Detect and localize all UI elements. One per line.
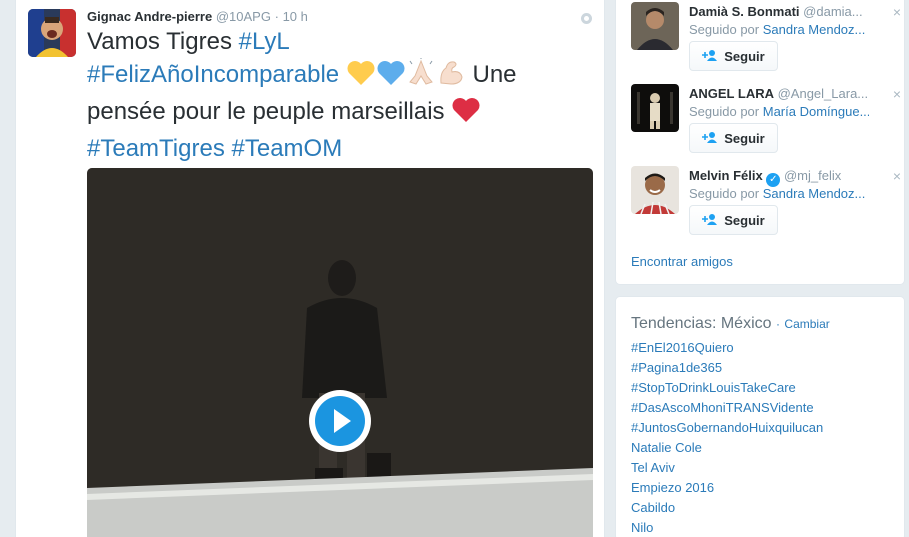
tweet-author-name[interactable]: Gignac Andre-pierre [87,9,212,24]
yellow-heart-emoji-icon [346,60,376,95]
hashtag-link[interactable]: #LyL [239,28,290,55]
twitter-page: Gignac Andre-pierre @10APG · 10 h Vamos … [0,0,909,537]
dismiss-icon[interactable]: × [893,86,901,102]
followed-by-prefix: Seguido por [689,22,760,37]
who-to-follow-panel: Damià S. Bonmati @damia... Seguido por S… [615,0,905,285]
verified-badge-icon: ✓ [766,173,781,187]
follow-button[interactable]: Seguir [689,205,778,235]
tweet[interactable]: Gignac Andre-pierre @10APG · 10 h Vamos … [15,0,605,537]
tweet-author-username[interactable]: @10APG [216,9,271,24]
suggested-user-name[interactable]: Melvin Félix [689,168,763,183]
follow-button-label: Seguir [724,212,765,228]
trends-dot: · [775,317,780,331]
suggested-user-names: Damià S. Bonmati @damia... [689,4,879,19]
trends-header: Tendencias: México · Cambiar [631,315,830,333]
tweet-author-avatar[interactable] [28,9,76,57]
dismiss-icon[interactable]: × [893,168,901,184]
followed-by-link[interactable]: Sandra Mendoz... [763,22,866,37]
trend-item[interactable]: #DasAscoMhoniTRANSVidente [631,400,823,420]
trends-list: #EnEl2016Quiero #Pagina1de365 #StopToDri… [631,340,823,537]
suggested-user-handle: @mj_felix [783,168,842,183]
hashtag-link[interactable]: #FelizAñoIncomparable [87,61,339,88]
trend-item[interactable]: Nilo [631,520,823,537]
suggested-user-name[interactable]: Damià S. Bonmati [689,4,800,19]
trend-item[interactable]: Empiezo 2016 [631,480,823,500]
video-thumbnail [87,168,593,537]
trend-item[interactable]: #StopToDrinkLouisTakeCare [631,380,823,400]
suggested-user[interactable]: ANGEL LARA @Angel_Lara... Seguido por Ma… [631,84,901,164]
tweet-options-icon[interactable] [581,13,592,24]
trend-item[interactable]: Natalie Cole [631,440,823,460]
suggested-user-handle: @Angel_Lara... [777,86,869,101]
trend-item[interactable]: Tel Aviv [631,460,823,480]
tweet-header: Gignac Andre-pierre @10APG · 10 h [87,9,308,24]
hashtag-link[interactable]: #TeamOM [232,135,343,162]
dismiss-icon[interactable]: × [893,4,901,20]
tweet-timestamp[interactable]: 10 h [283,9,308,24]
trend-item[interactable]: Cabildo [631,500,823,520]
avatar[interactable] [631,2,679,50]
suggested-user-handle: @damia... [803,4,863,19]
trend-item[interactable]: #JuntosGobernandoHuixquilucan [631,420,823,440]
trend-item[interactable]: #Pagina1de365 [631,360,823,380]
follow-button-label: Seguir [724,48,765,64]
suggested-user-names: ANGEL LARA @Angel_Lara... [689,86,879,101]
tweet-separator: · [274,9,279,24]
pray-emoji-icon [406,57,436,95]
tweet-text-segment: Vamos Tigres [87,28,232,55]
red-heart-emoji-icon [451,97,481,132]
follow-person-icon [702,213,718,228]
trend-item[interactable]: #EnEl2016Quiero [631,340,823,360]
suggested-user-name[interactable]: ANGEL LARA [689,86,774,101]
trends-panel: Tendencias: México · Cambiar #EnEl2016Qu… [615,296,905,537]
follow-button-label: Seguir [724,130,765,146]
muscle-emoji-icon [436,58,466,95]
change-trends-link[interactable]: Cambiar [784,317,829,331]
suggested-user[interactable]: Melvin Félix ✓ @mj_felix Seguido por San… [631,166,901,246]
follow-person-icon [702,131,718,146]
followed-by-prefix: Seguido por [689,104,760,119]
trends-title: Tendencias: México [631,315,772,332]
play-icon[interactable] [309,390,371,452]
followed-by-prefix: Seguido por [689,186,760,201]
suggested-user[interactable]: Damià S. Bonmati @damia... Seguido por S… [631,2,901,82]
hashtag-link[interactable]: #TeamTigres [87,135,225,162]
followed-by: Seguido por Sandra Mendoz... [689,22,869,37]
blue-heart-emoji-icon [376,60,406,95]
follow-button[interactable]: Seguir [689,41,778,71]
followed-by-link[interactable]: María Domíngue... [763,104,869,119]
suggested-user-names: Melvin Félix ✓ @mj_felix [689,168,879,187]
find-friends-link[interactable]: Encontrar amigos [631,254,733,269]
followed-by: Seguido por Sandra Mendoz... [689,186,869,201]
followed-by-link[interactable]: Sandra Mendoz... [763,186,866,201]
follow-person-icon [702,49,718,64]
tweet-video[interactable] [87,168,593,537]
avatar[interactable] [631,166,679,214]
tweet-text: Vamos Tigres #LyL #FelizAñoIncomparable … [87,25,592,165]
avatar[interactable] [631,84,679,132]
follow-button[interactable]: Seguir [689,123,778,153]
followed-by: Seguido por María Domíngue... [689,104,869,119]
